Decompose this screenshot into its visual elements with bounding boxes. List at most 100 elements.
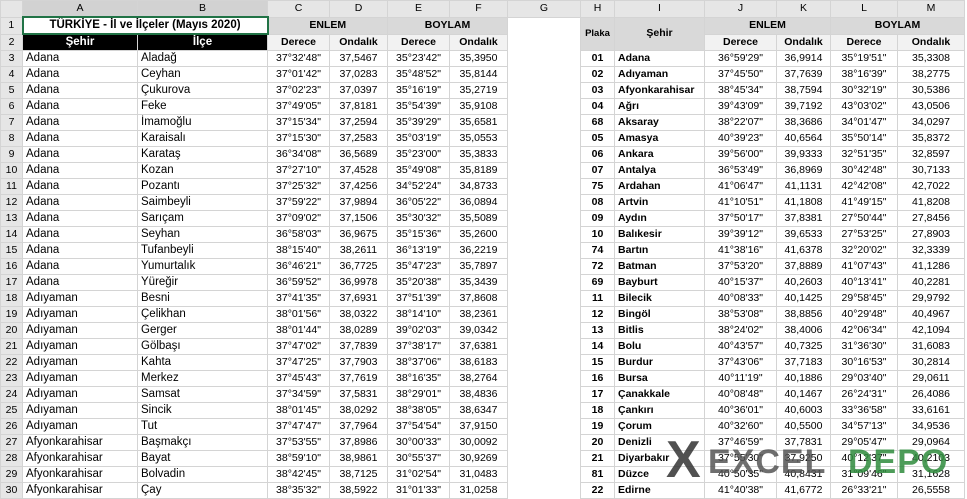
city-cell[interactable]: Adıyaman (22, 402, 138, 419)
longitude-decimal-cell[interactable]: 42,1094 (897, 322, 965, 339)
latitude-dms-cell[interactable]: 38°01'44" (267, 322, 330, 339)
city-cell[interactable]: Afyonkarahisar (22, 434, 138, 451)
column-header-a[interactable]: A (22, 0, 138, 18)
longitude-decimal-cell[interactable]: 34,8733 (449, 178, 508, 195)
latitude-dms-cell[interactable]: 38°53'08" (704, 306, 777, 323)
province-cell[interactable]: Ankara (614, 146, 705, 163)
longitude-dms-cell[interactable]: 35°20'38" (387, 274, 450, 291)
longitude-decimal-cell[interactable]: 35,5089 (449, 210, 508, 227)
province-cell[interactable]: Bingöl (614, 306, 705, 323)
row-number[interactable]: 24 (0, 386, 23, 403)
city-cell[interactable]: Adıyaman (22, 322, 138, 339)
longitude-decimal-cell[interactable]: 35,3439 (449, 274, 508, 291)
province-cell[interactable]: Çanakkale (614, 386, 705, 403)
latitude-decimal-cell[interactable]: 38,0292 (329, 402, 388, 419)
city-cell[interactable]: Adana (22, 242, 138, 259)
latitude-decimal-cell[interactable]: 38,0289 (329, 322, 388, 339)
latitude-dms-cell[interactable]: 37°09'02" (267, 210, 330, 227)
latitude-dms-cell[interactable]: 37°34'59" (267, 386, 330, 403)
longitude-decimal-cell[interactable]: 30,9269 (449, 450, 508, 467)
latitude-decimal-cell[interactable]: 41,1808 (776, 194, 831, 211)
plaka-header[interactable]: Plaka (580, 16, 615, 51)
enlem-header-right[interactable]: ENLEM (704, 16, 831, 35)
plate-code-cell[interactable]: 05 (580, 130, 615, 147)
longitude-dms-cell[interactable]: 38°37'06" (387, 354, 450, 371)
district-cell[interactable]: Başmakçı (137, 434, 268, 451)
district-cell[interactable]: Gerger (137, 322, 268, 339)
district-cell[interactable]: Sincik (137, 402, 268, 419)
latitude-dms-cell[interactable]: 37°49'05" (267, 98, 330, 115)
city-cell[interactable]: Adana (22, 178, 138, 195)
cell[interactable] (507, 162, 581, 179)
latitude-dms-cell[interactable]: 36°59'29" (704, 50, 777, 67)
cell[interactable] (507, 258, 581, 275)
latitude-decimal-cell[interactable]: 36,8969 (776, 162, 831, 179)
plate-code-cell[interactable]: 69 (580, 274, 615, 291)
longitude-decimal-cell[interactable]: 35,8144 (449, 66, 508, 83)
longitude-decimal-cell[interactable]: 40,2281 (897, 274, 965, 291)
plate-code-cell[interactable]: 16 (580, 370, 615, 387)
plate-code-cell[interactable]: 09 (580, 210, 615, 227)
latitude-decimal-cell[interactable]: 37,7964 (329, 418, 388, 435)
province-cell[interactable]: Aydın (614, 210, 705, 227)
district-cell[interactable]: Yumurtalık (137, 258, 268, 275)
plate-code-cell[interactable]: 06 (580, 146, 615, 163)
cell[interactable] (507, 210, 581, 227)
row-number[interactable]: 9 (0, 146, 23, 163)
column-header-j[interactable]: J (704, 0, 777, 18)
latitude-decimal-cell[interactable]: 40,1467 (776, 386, 831, 403)
district-cell[interactable]: Tut (137, 418, 268, 435)
latitude-dms-cell[interactable]: 40°08'48" (704, 386, 777, 403)
latitude-decimal-cell[interactable]: 37,7903 (329, 354, 388, 371)
longitude-dms-cell[interactable]: 29°58'45" (830, 290, 898, 307)
longitude-dms-cell[interactable]: 42°42'08" (830, 178, 898, 195)
city-cell[interactable]: Adıyaman (22, 290, 138, 307)
longitude-dms-cell[interactable]: 31°02'54" (387, 466, 450, 483)
latitude-decimal-cell[interactable]: 37,0283 (329, 66, 388, 83)
longitude-dms-cell[interactable]: 32°51'35" (830, 146, 898, 163)
city-cell[interactable]: Adıyaman (22, 386, 138, 403)
longitude-dms-cell[interactable]: 35°39'29" (387, 114, 450, 131)
longitude-decimal-cell[interactable]: 32,8597 (897, 146, 965, 163)
longitude-decimal-cell[interactable]: 43,0506 (897, 98, 965, 115)
latitude-decimal-cell[interactable]: 37,4528 (329, 162, 388, 179)
spreadsheet-grid[interactable]: A B C D E F G H I J K L M 1 TÜRKİYE - İl ve İlçeler (M… (0, 0, 967, 499)
city-cell[interactable]: Afyonkarahisar (22, 450, 138, 467)
latitude-dms-cell[interactable]: 36°59'52" (267, 274, 330, 291)
longitude-decimal-cell[interactable]: 33,6161 (897, 402, 965, 419)
longitude-dms-cell[interactable]: 35°47'23" (387, 258, 450, 275)
longitude-dms-cell[interactable]: 35°23'00" (387, 146, 450, 163)
longitude-dms-cell[interactable]: 37°38'17" (387, 338, 450, 355)
longitude-dms-cell[interactable]: 35°50'14" (830, 130, 898, 147)
longitude-dms-cell[interactable]: 30°00'33" (387, 434, 450, 451)
latitude-decimal-cell[interactable]: 37,2594 (329, 114, 388, 131)
longitude-dms-cell[interactable]: 37°54'54" (387, 418, 450, 435)
latitude-dms-cell[interactable]: 38°35'32" (267, 482, 330, 499)
cell[interactable] (507, 130, 581, 147)
longitude-dms-cell[interactable]: 38°29'01" (387, 386, 450, 403)
latitude-dms-cell[interactable]: 37°27'10" (267, 162, 330, 179)
row-number[interactable]: 17 (0, 274, 23, 291)
longitude-dms-cell[interactable]: 32°20'02" (830, 242, 898, 259)
column-header-c[interactable]: C (267, 0, 330, 18)
latitude-decimal-cell[interactable]: 37,8889 (776, 258, 831, 275)
district-cell[interactable]: İmamoğlu (137, 114, 268, 131)
longitude-dms-cell[interactable]: 37°51'39" (387, 290, 450, 307)
city-cell[interactable]: Adana (22, 50, 138, 67)
latitude-decimal-cell[interactable]: 37,7639 (776, 66, 831, 83)
latitude-decimal-cell[interactable]: 37,0397 (329, 82, 388, 99)
province-cell[interactable]: Çankırı (614, 402, 705, 419)
row-number[interactable]: 23 (0, 370, 23, 387)
city-cell[interactable]: Adana (22, 162, 138, 179)
latitude-decimal-cell[interactable]: 37,5831 (329, 386, 388, 403)
latitude-decimal-cell[interactable]: 36,7725 (329, 258, 388, 275)
city-cell[interactable]: Adana (22, 226, 138, 243)
city-cell[interactable]: Adıyaman (22, 338, 138, 355)
plate-code-cell[interactable]: 72 (580, 258, 615, 275)
latitude-dms-cell[interactable]: 38°22'07" (704, 114, 777, 131)
row-number[interactable]: 30 (0, 482, 23, 499)
latitude-dms-cell[interactable]: 38°42'45" (267, 466, 330, 483)
province-cell[interactable]: Adana (614, 50, 705, 67)
longitude-decimal-cell[interactable]: 35,3308 (897, 50, 965, 67)
province-cell[interactable]: Bitlis (614, 322, 705, 339)
